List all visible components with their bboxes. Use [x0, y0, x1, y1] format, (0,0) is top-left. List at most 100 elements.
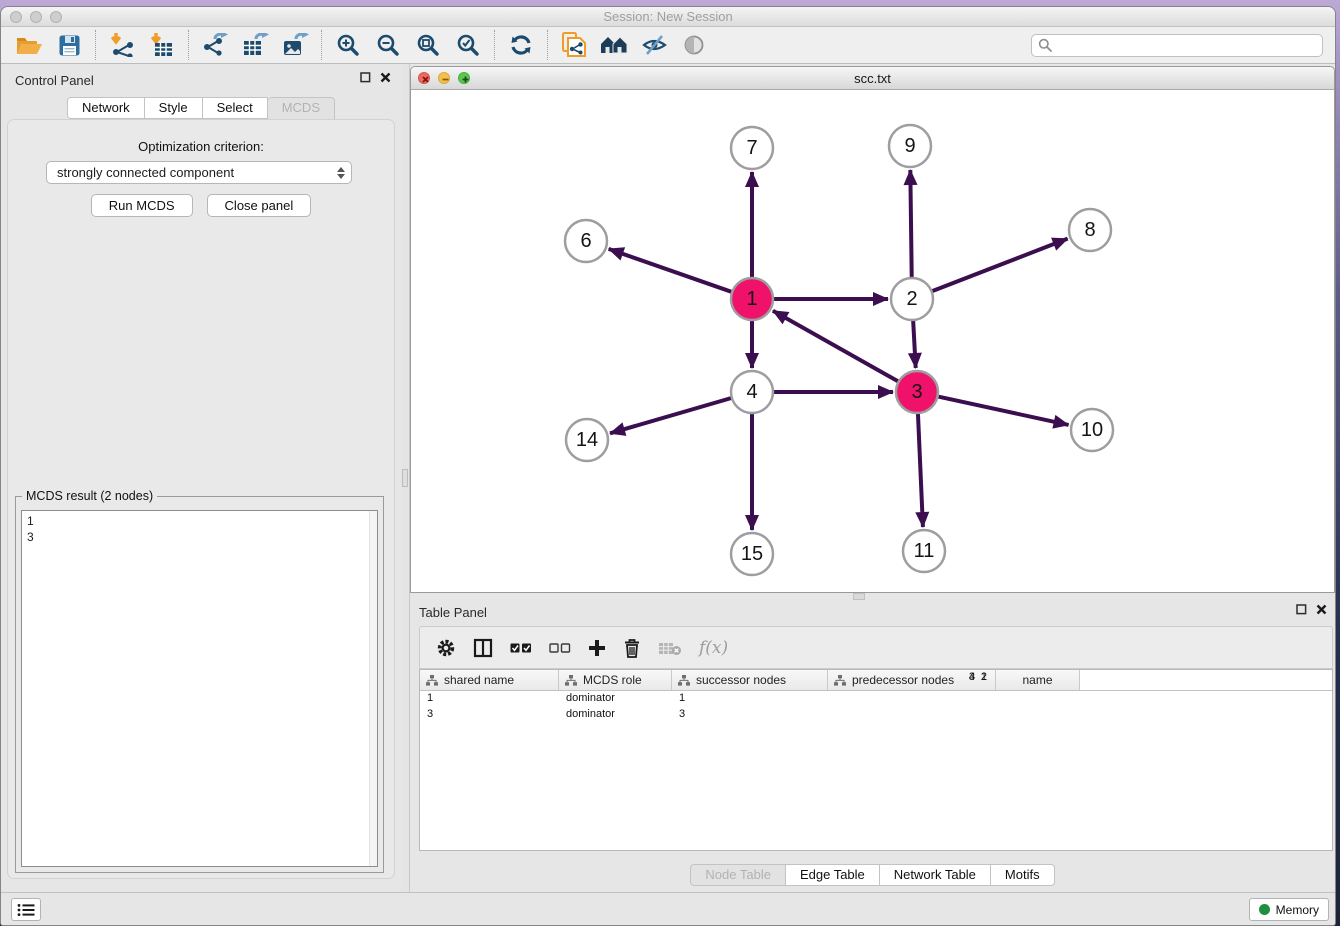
- hide-selected-button[interactable]: [634, 29, 674, 62]
- control-panel-tabs: NetworkStyleSelectMCDS: [1, 97, 401, 120]
- table-toolbar: f(x): [419, 626, 1333, 669]
- graph-edge-4-14[interactable]: [610, 398, 732, 433]
- zoom-fit-content-button[interactable]: [408, 29, 448, 62]
- column-type-icon: [426, 675, 438, 686]
- column-header-shared-name[interactable]: shared name: [420, 670, 559, 690]
- delete-table-icon: [658, 640, 682, 656]
- list-icon: [17, 903, 35, 917]
- unselect-all-columns-button[interactable]: [549, 633, 571, 663]
- graph-edge-2-8[interactable]: [932, 239, 1068, 292]
- floppy-disk-icon: [59, 35, 80, 56]
- column-header-name[interactable]: name: [996, 670, 1080, 690]
- float-panel-icon[interactable]: [360, 72, 371, 83]
- table-options-button[interactable]: [436, 633, 456, 663]
- checked-boxes-icon: [510, 642, 532, 654]
- close-panel-icon[interactable]: [380, 72, 391, 83]
- zoom-in-button[interactable]: [328, 29, 368, 62]
- minimize-window-button[interactable]: [30, 11, 42, 23]
- table-row[interactable]: 3dominator323: [420, 707, 1332, 723]
- memory-button[interactable]: Memory: [1249, 898, 1329, 921]
- table-cell[interactable]: 2: [829, 670, 997, 850]
- graph-edge-3-10[interactable]: [938, 396, 1069, 424]
- close-panel-button[interactable]: Close panel: [207, 194, 312, 217]
- clone-network-button[interactable]: [554, 29, 594, 62]
- column-header-successor-nodes[interactable]: successor nodes: [672, 670, 828, 690]
- close-window-button[interactable]: [10, 11, 22, 23]
- import-table-button[interactable]: [142, 29, 182, 62]
- delete-table-button[interactable]: [658, 633, 682, 663]
- maximize-window-button[interactable]: [50, 11, 62, 23]
- table-panel-tabs: Node TableEdge TableNetwork TableMotifs: [410, 864, 1335, 886]
- criterion-dropdown[interactable]: strongly connected component: [46, 161, 352, 184]
- table-cell[interactable]: 3: [672, 707, 756, 723]
- unchecked-boxes-icon: [549, 642, 571, 654]
- refresh-icon: [509, 33, 533, 57]
- apply-layout-button[interactable]: [501, 29, 541, 62]
- graph-edge-1-6[interactable]: [609, 249, 733, 292]
- table-cell[interactable]: 1: [420, 691, 559, 707]
- tab-style[interactable]: Style: [145, 97, 203, 119]
- network-canvas[interactable]: 1234678910111415: [411, 91, 1334, 592]
- export-table-icon: [242, 33, 269, 57]
- result-scrollbar[interactable]: [369, 511, 377, 866]
- zoom-out-button[interactable]: [368, 29, 408, 62]
- column-header-mcds-role[interactable]: MCDS role: [559, 670, 672, 690]
- network-home-button[interactable]: [594, 29, 634, 62]
- graph-edge-3-11[interactable]: [918, 413, 923, 527]
- status-bar: Memory: [1, 892, 1335, 925]
- function-builder-button[interactable]: f(x): [699, 633, 728, 663]
- select-all-columns-button[interactable]: [510, 633, 532, 663]
- graph-node-label-3: 3: [911, 381, 922, 403]
- run-mcds-button[interactable]: Run MCDS: [91, 194, 193, 217]
- table-tab-network-table[interactable]: Network Table: [880, 864, 991, 886]
- mcds-buttons-row: Run MCDS Close panel: [8, 194, 394, 217]
- import-network-button[interactable]: [102, 29, 142, 62]
- table-cell[interactable]: dominator: [559, 691, 672, 707]
- export-table-button[interactable]: [235, 29, 275, 62]
- table-tab-edge-table[interactable]: Edge Table: [786, 864, 880, 886]
- plus-icon: [588, 639, 606, 657]
- graph-edge-3-1[interactable]: [773, 311, 899, 382]
- import-network-icon: [109, 33, 135, 57]
- save-session-button[interactable]: [49, 29, 89, 62]
- export-image-button[interactable]: [275, 29, 315, 62]
- open-session-button[interactable]: [9, 29, 49, 62]
- toolbar-separator: [188, 30, 189, 60]
- search-input[interactable]: [1057, 38, 1316, 52]
- close-panel-icon[interactable]: [1316, 604, 1327, 615]
- tab-network[interactable]: Network: [67, 97, 145, 119]
- column-label: MCDS role: [583, 673, 642, 687]
- main-toolbar: [1, 27, 1335, 64]
- table-cell[interactable]: 3: [420, 707, 559, 723]
- fit-columns-button[interactable]: [473, 633, 493, 663]
- table-tab-motifs[interactable]: Motifs: [991, 864, 1055, 886]
- export-network-icon: [202, 33, 228, 57]
- float-panel-icon[interactable]: [1296, 604, 1307, 615]
- divider-grip[interactable]: [402, 469, 408, 487]
- table-tab-node-table[interactable]: Node Table: [690, 864, 786, 886]
- mcds-result-text[interactable]: 1 3: [21, 510, 378, 867]
- export-network-button[interactable]: [195, 29, 235, 62]
- tab-select[interactable]: Select: [203, 97, 268, 119]
- network-close-button[interactable]: [418, 72, 430, 84]
- column-label: successor nodes: [696, 673, 786, 687]
- optimization-criterion-label: Optimization criterion:: [8, 139, 394, 154]
- network-minimize-button[interactable]: [438, 72, 450, 84]
- graph-edge-2-3[interactable]: [913, 320, 916, 368]
- zoom-selected-button[interactable]: [448, 29, 488, 62]
- graph-edge-2-9[interactable]: [910, 170, 911, 278]
- right-region: scc.txt 1234678910111415 Table Panel: [410, 64, 1335, 892]
- mcds-panel: Optimization criterion: strongly connect…: [7, 119, 395, 879]
- show-all-button[interactable]: [674, 29, 714, 62]
- table-cell[interactable]: 1: [672, 691, 756, 707]
- window-title: Session: New Session: [1, 7, 1335, 27]
- tab-mcds[interactable]: MCDS: [268, 97, 335, 120]
- delete-column-button[interactable]: [623, 633, 641, 663]
- network-maximize-button[interactable]: [458, 72, 470, 84]
- houses-icon: [600, 34, 628, 56]
- task-history-button[interactable]: [11, 898, 41, 921]
- panel-divider[interactable]: [401, 64, 410, 892]
- table-cell[interactable]: dominator: [559, 707, 672, 723]
- zoom-fit-icon: [416, 33, 440, 57]
- add-column-button[interactable]: [588, 633, 606, 663]
